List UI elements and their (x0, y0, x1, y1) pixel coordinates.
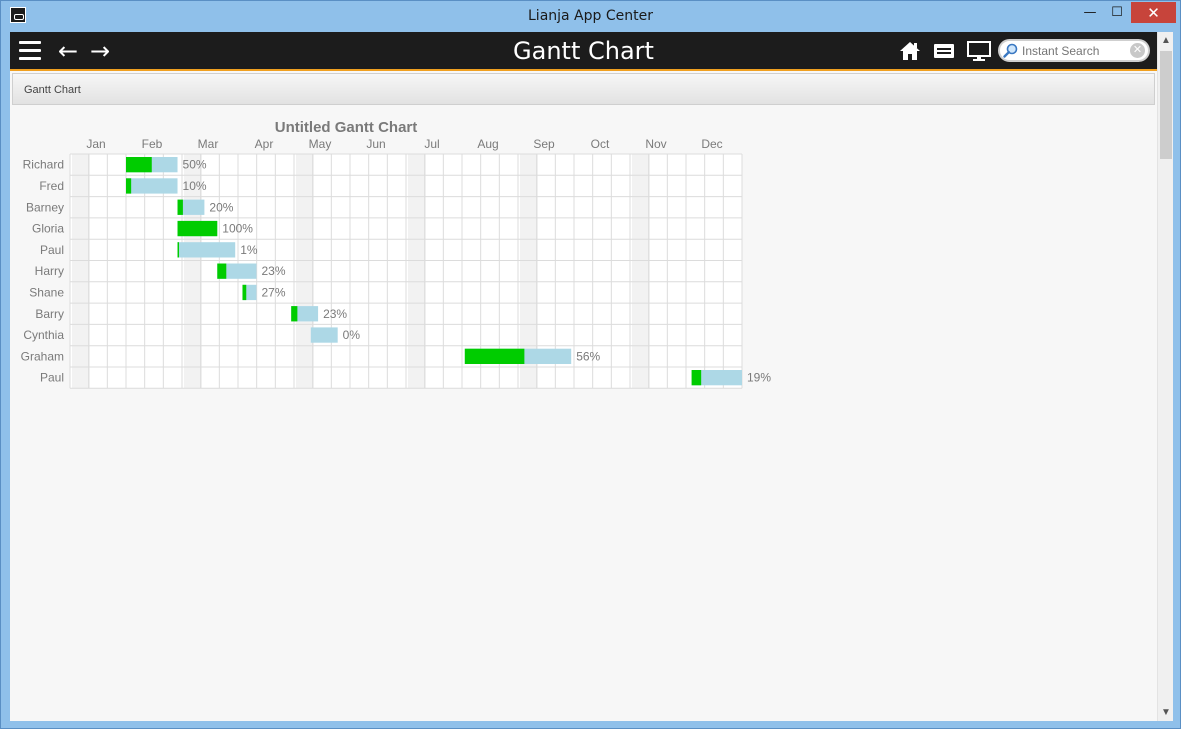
app-window: Lianja App Center — ☐ ✕ ← → Gantt Chart (0, 0, 1181, 729)
row-label: Graham (21, 349, 64, 363)
client-area: ← → Gantt Chart Instant Search ✕ Gantt C… (10, 32, 1173, 721)
scroll-up-icon[interactable]: ▲ (1158, 32, 1173, 49)
task-bar (126, 178, 178, 194)
task-progress-bar (126, 157, 152, 173)
chart-title: Untitled Gantt Chart (275, 119, 418, 136)
breadcrumb-bar: Gantt Chart (12, 73, 1155, 105)
task-bar (310, 327, 338, 343)
row-label: Harry (35, 264, 64, 278)
gantt-chart: Untitled Gantt Chart Jan Feb Mar Apr May Jun Ju… (21, 119, 771, 389)
task-progress-bar (691, 370, 702, 386)
window-titlebar[interactable]: Lianja App Center — ☐ ✕ (1, 1, 1180, 32)
maximize-button[interactable]: ☐ (1104, 2, 1130, 23)
x-tick-label: Jan (86, 137, 105, 151)
row-label: Cynthia (23, 328, 64, 342)
task-progress-bar (217, 263, 227, 279)
x-tick-label: Oct (591, 137, 610, 151)
task-percent-label: 23% (323, 307, 347, 321)
task-progress-bar (177, 199, 183, 215)
x-tick-label: Jul (424, 137, 439, 151)
search-box[interactable]: ✕ (998, 39, 1150, 62)
search-input[interactable] (1022, 43, 1128, 59)
x-tick-label: Feb (142, 137, 163, 151)
x-tick-label: May (309, 137, 332, 151)
task-percent-label: 19% (747, 371, 771, 385)
scroll-thumb[interactable] (1160, 51, 1172, 159)
row-label: Barney (26, 200, 64, 214)
message-icon[interactable] (933, 40, 955, 62)
x-tick-label: Mar (198, 137, 219, 151)
task-percent-label: 1% (240, 243, 258, 257)
task-progress-bar (242, 284, 247, 301)
close-button[interactable]: ✕ (1131, 2, 1176, 23)
x-tick-label: Nov (645, 137, 666, 151)
x-tick-label: Apr (255, 137, 274, 151)
minimize-button[interactable]: — (1077, 2, 1103, 23)
band-shade (408, 154, 426, 389)
task-progress-bar (177, 242, 180, 258)
band-shade (296, 154, 314, 389)
home-icon[interactable] (899, 40, 921, 62)
row-label: Shane (29, 285, 64, 299)
row-label: Barry (35, 307, 64, 321)
task-percent-label: 56% (576, 349, 600, 363)
task-percent-label: 20% (209, 200, 233, 214)
task-progress-bar (126, 178, 132, 194)
row-label: Paul (40, 243, 64, 257)
task-progress-bar (464, 348, 525, 364)
x-tick-label: Sep (533, 137, 555, 151)
vertical-scrollbar[interactable]: ▲ ▼ (1157, 32, 1173, 721)
task-percent-label: 0% (343, 328, 361, 342)
task-progress-bar (177, 220, 218, 237)
task-bar (177, 242, 236, 258)
row-label: Paul (40, 371, 64, 385)
task-percent-label: 27% (261, 285, 285, 299)
clear-search-icon[interactable]: ✕ (1130, 43, 1145, 58)
task-percent-label: 100% (222, 222, 253, 236)
row-label: Gloria (32, 222, 64, 236)
band-shade (72, 154, 90, 389)
x-tick-label: Aug (477, 137, 498, 151)
row-label: Fred (39, 179, 64, 193)
task-progress-bar (291, 306, 298, 322)
band-shade (632, 154, 650, 389)
window-title: Lianja App Center (528, 8, 653, 24)
x-tick-label: Dec (701, 137, 722, 151)
scroll-down-icon[interactable]: ▼ (1158, 704, 1173, 721)
app-toolbar: ← → Gantt Chart Instant Search ✕ (10, 32, 1157, 71)
x-tick-label: Jun (366, 137, 385, 151)
breadcrumb[interactable]: Gantt Chart (24, 84, 81, 96)
screen-icon[interactable] (967, 40, 991, 62)
task-percent-label: 23% (261, 264, 285, 278)
task-percent-label: 50% (183, 158, 207, 172)
row-label: Richard (23, 158, 64, 172)
search-icon (1003, 43, 1018, 58)
task-percent-label: 10% (183, 179, 207, 193)
